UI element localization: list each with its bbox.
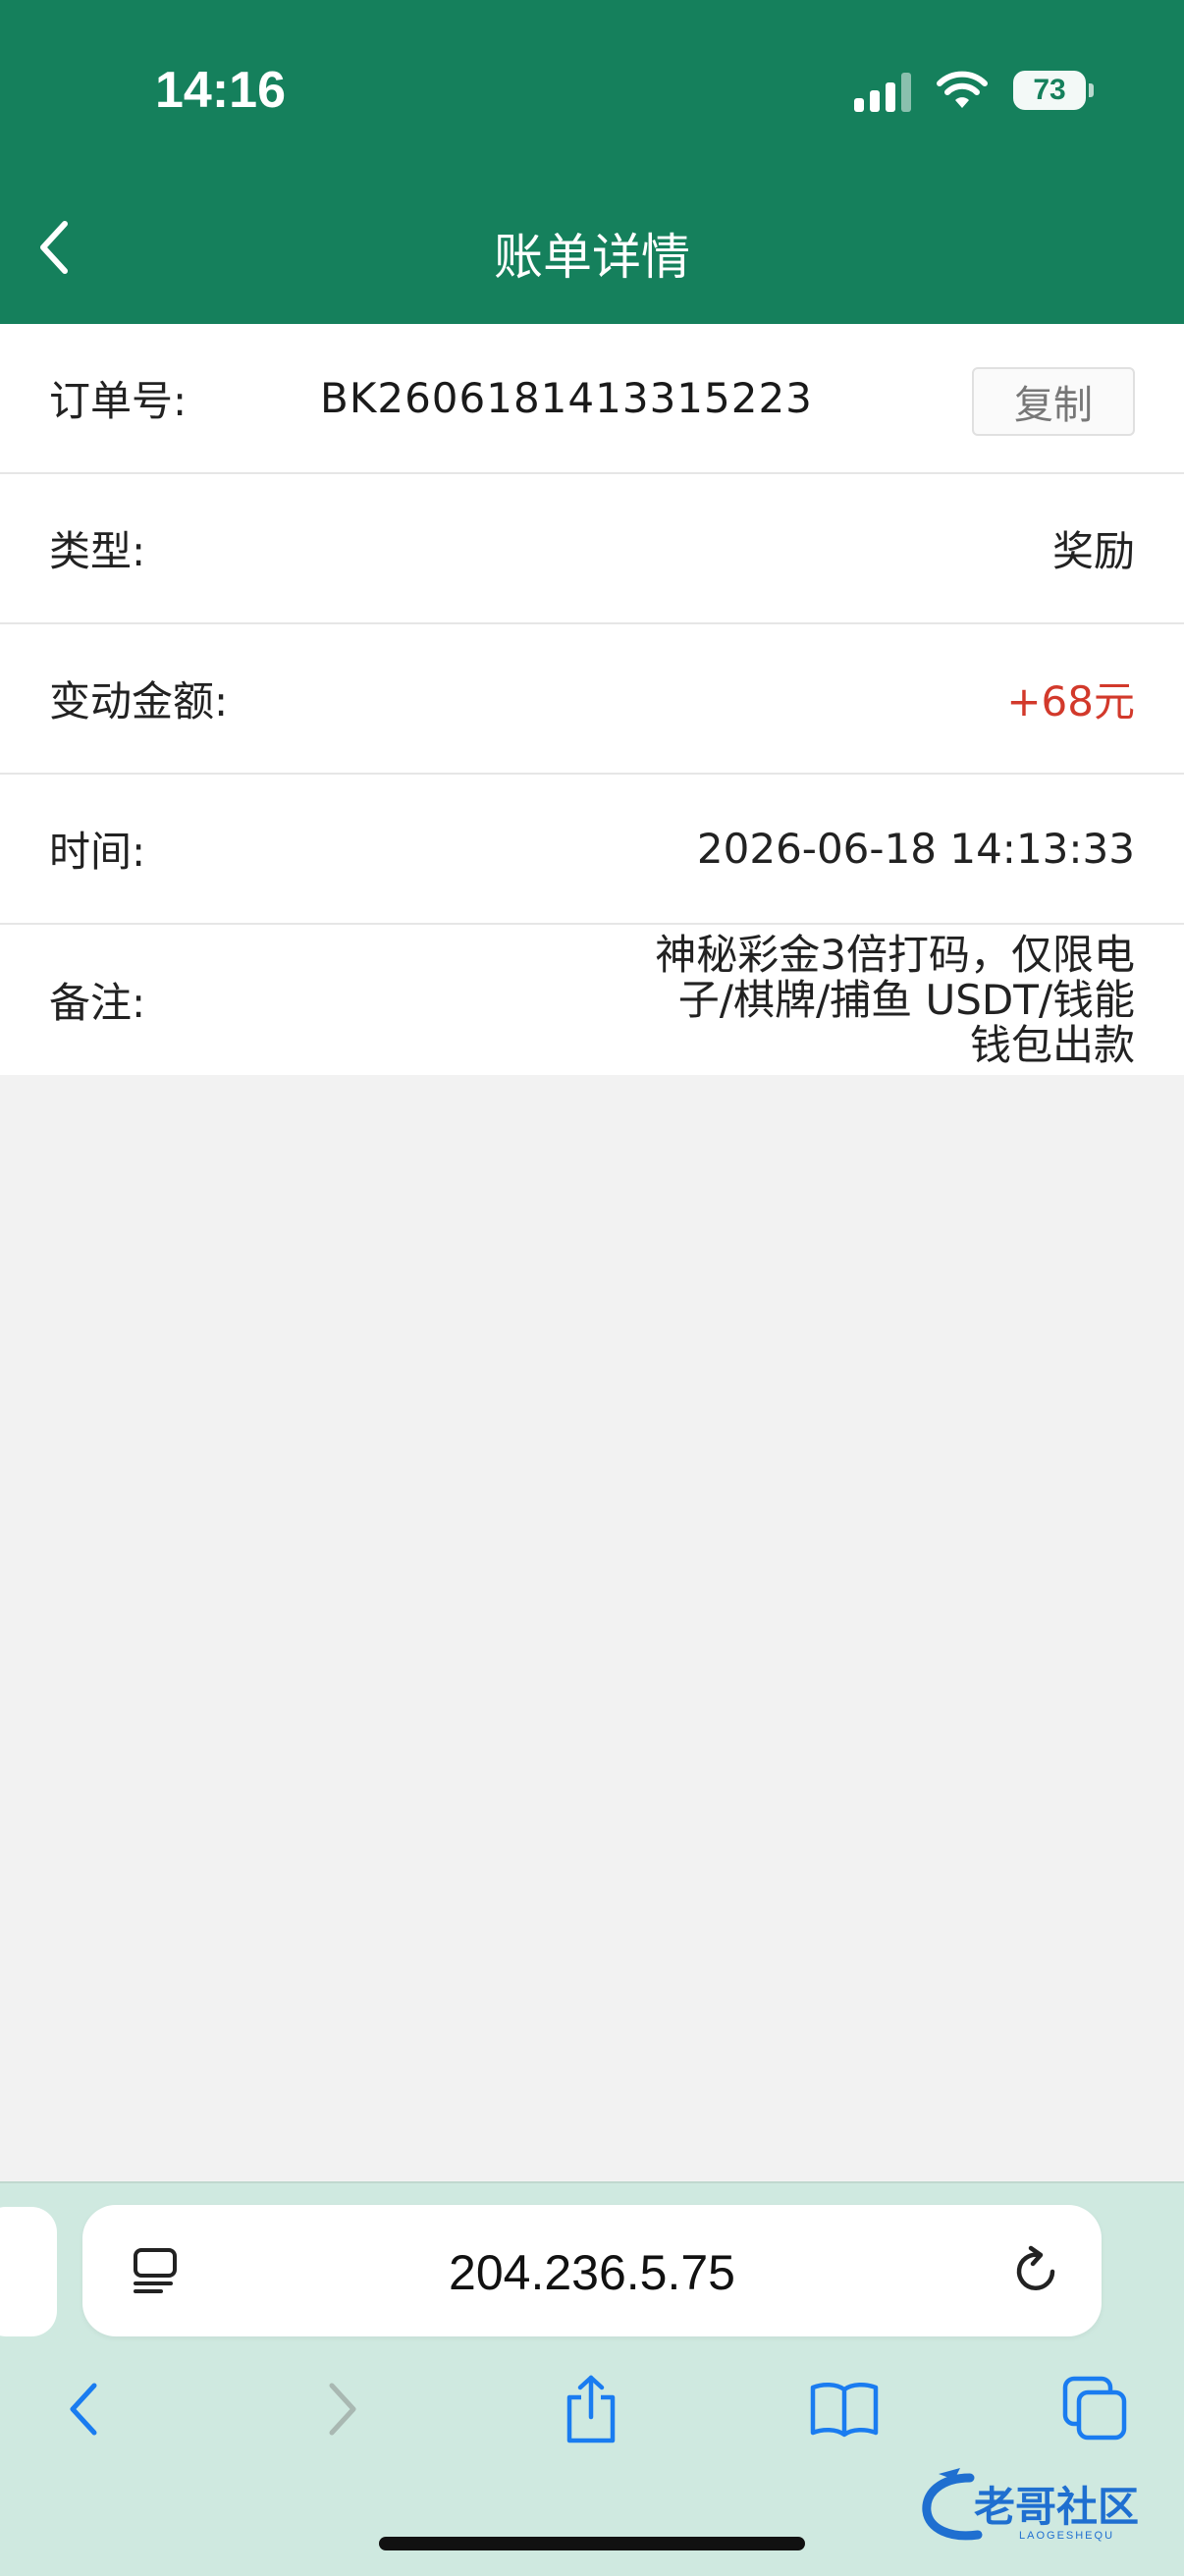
amount-value: +68元 (1006, 677, 1135, 725)
watermark-text: 老哥社区 (974, 2484, 1139, 2530)
copy-button[interactable]: 复制 (972, 367, 1135, 436)
note-line: 子/棋牌/捕鱼 USDT/钱能 (677, 975, 1135, 1024)
previous-tab-pill[interactable] (0, 2207, 57, 2336)
page-title: 账单详情 (494, 229, 690, 286)
tabs-icon (1062, 2376, 1127, 2441)
time-value: 2026-06-18 14:13:33 (696, 825, 1135, 873)
amount-label: 变动金额: (49, 677, 229, 725)
status-icons: 73 (854, 69, 1094, 112)
tabs-button[interactable] (1056, 2370, 1135, 2448)
share-button[interactable] (552, 2370, 630, 2448)
order-number: BK2606181413315223 (320, 374, 813, 422)
order-label: 订单号: (49, 377, 188, 425)
amount-row: 变动金额: +68元 (0, 624, 1184, 775)
back-arrow-icon (70, 2383, 97, 2436)
time-label: 时间: (49, 828, 146, 876)
reload-icon[interactable] (1009, 2244, 1062, 2297)
battery-icon: 73 (1013, 71, 1094, 110)
type-label: 类型: (49, 527, 146, 575)
browser-toolbar (0, 2370, 1184, 2458)
note-line: 神秘彩金3倍打码，仅限电 (655, 930, 1135, 979)
time-row: 时间: 2026-06-18 14:13:33 (0, 775, 1184, 925)
home-indicator (379, 2537, 805, 2550)
note-value: 神秘彩金3倍打码，仅限电 子/棋牌/捕鱼 USDT/钱能 钱包出款 (585, 930, 1135, 1069)
url-text: 204.236.5.75 (449, 2245, 735, 2300)
note-row: 备注: 神秘彩金3倍打码，仅限电 子/棋牌/捕鱼 USDT/钱能 钱包出款 (0, 925, 1184, 1075)
browser-forward-button[interactable] (302, 2370, 381, 2448)
book-icon (810, 2383, 879, 2438)
browser-back-button[interactable] (45, 2370, 124, 2448)
type-row: 类型: 奖励 (0, 474, 1184, 624)
forward-arrow-icon (329, 2383, 356, 2436)
app-header: 14:16 73 账单详情 (0, 0, 1184, 324)
address-bar[interactable]: 204.236.5.75 (82, 2205, 1102, 2336)
share-icon (566, 2375, 616, 2443)
note-label: 备注: (49, 979, 146, 1027)
bookmarks-button[interactable] (805, 2370, 884, 2448)
type-value: 奖励 (1051, 527, 1135, 575)
wifi-icon (937, 71, 988, 108)
bill-details: 订单号: BK2606181413315223 复制 类型: 奖励 变动金额: … (0, 324, 1184, 1075)
cellular-signal-icon (854, 69, 911, 112)
status-time: 14:16 (155, 62, 286, 119)
note-line: 钱包出款 (969, 1020, 1135, 1069)
order-row: 订单号: BK2606181413315223 复制 (0, 324, 1184, 474)
watermark-logo: 老哥社区 LAOGESHEQU (922, 2468, 1139, 2542)
watermark-subtext: LAOGESHEQU (1019, 2530, 1114, 2542)
